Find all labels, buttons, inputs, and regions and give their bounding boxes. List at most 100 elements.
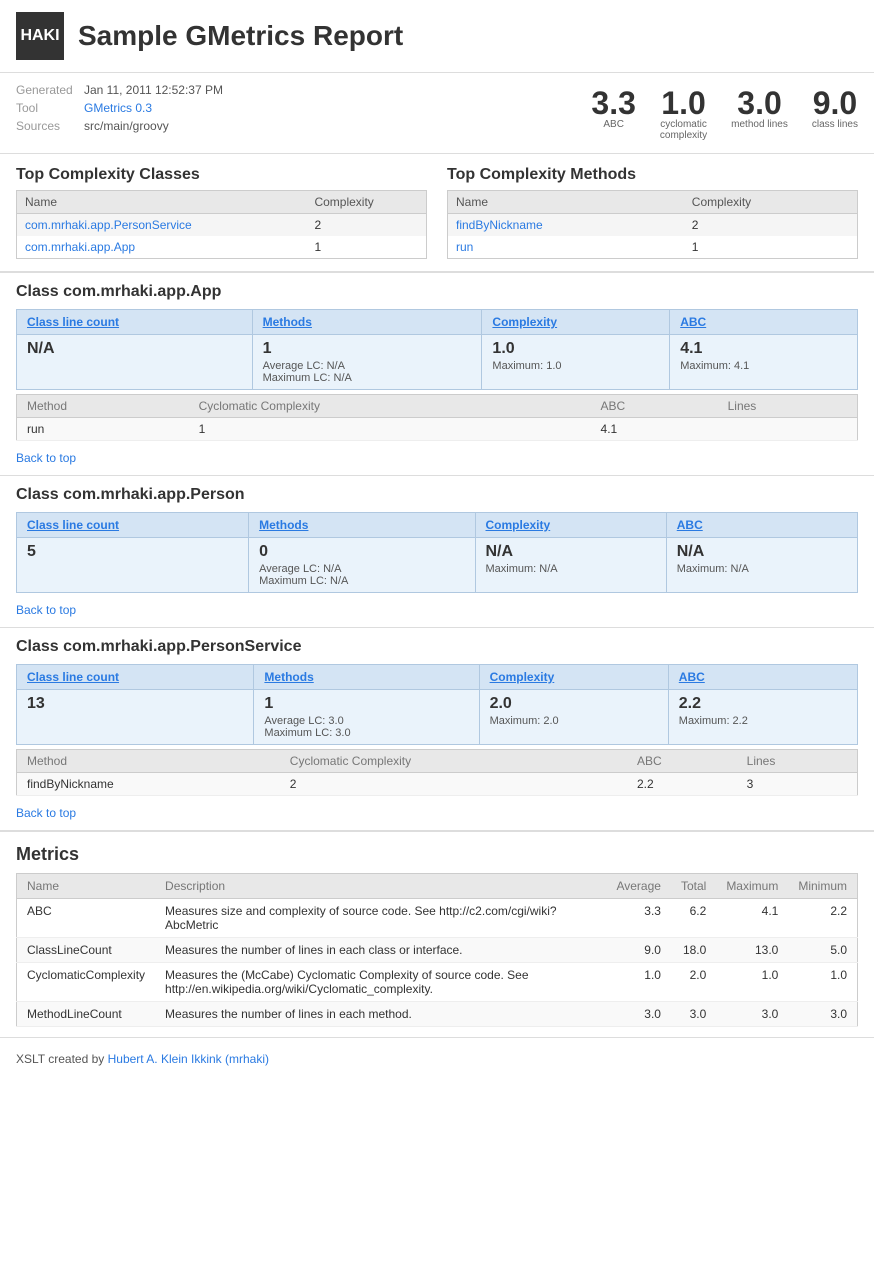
page-header: HA KI Sample GMetrics Report [0,0,874,73]
footer-prefix: XSLT created by [16,1052,108,1066]
method-link[interactable]: run [456,240,473,254]
stats-col-header[interactable]: ABC [668,665,857,690]
tool-row: Tool GMetrics 0.3 [16,101,591,115]
table-row: CyclomaticComplexity Measures the (McCab… [17,963,858,1002]
class-name-cell: com.mrhaki.app.PersonService [17,214,307,237]
metric-total: 3.0 [671,1002,716,1027]
summary-metric: 3.0method lines [731,87,788,130]
stats-col-cell: 1.0 Maximum: 1.0 [482,335,670,390]
metric-average: 1.0 [606,963,670,1002]
metric-total: 6.2 [671,899,716,938]
method-table-header: Method [17,750,280,773]
stats-col-cell: 0 Average LC: N/AMaximum LC: N/A [249,538,475,593]
top-classes-col-name: Name [17,191,307,214]
sub-text: Average LC: 3.0 [264,715,468,727]
metrics-col-header: Maximum [716,874,788,899]
logo: HA KI [16,12,64,60]
generated-row: Generated Jan 11, 2011 12:52:37 PM [16,83,591,97]
top-classes-col-complexity: Complexity [306,191,426,214]
stats-col-header[interactable]: ABC [670,310,858,335]
footer-link[interactable]: Hubert A. Klein Ikkink (mrhaki) [108,1052,269,1066]
stat-main-val: N/A [486,543,656,561]
stats-col-header[interactable]: Methods [249,513,475,538]
stat-main-val: 2.0 [490,695,658,713]
sources-row: Sources src/main/groovy [16,119,591,133]
metrics-col-header: Total [671,874,716,899]
meta-section: Generated Jan 11, 2011 12:52:37 PM Tool … [0,73,874,154]
stats-col-cell: 2.2 Maximum: 2.2 [668,690,857,745]
metric-minimum: 1.0 [788,963,857,1002]
top-methods-title: Top Complexity Methods [447,166,858,184]
metrics-table: NameDescriptionAverageTotalMaximumMinimu… [16,873,858,1027]
method-lines [718,418,858,441]
method-table: MethodCyclomatic ComplexityABCLines find… [16,749,858,796]
back-to-top-link[interactable]: Back to top [0,597,874,627]
stat-sub-info: Maximum: 4.1 [680,360,847,372]
method-table-header: Lines [737,750,858,773]
stat-main-val: 4.1 [680,340,847,358]
top-tables: Top Complexity Classes Name Complexity c… [0,154,874,272]
stats-col-header[interactable]: ABC [666,513,857,538]
stat-sub-info: Maximum: 2.2 [679,715,847,727]
stat-sub-info: Maximum: 2.0 [490,715,658,727]
back-to-top-link[interactable]: Back to top [0,445,874,475]
stat-sub-info: Maximum: N/A [677,563,847,575]
stats-col-cell: 1 Average LC: N/AMaximum LC: N/A [252,335,482,390]
method-name-cell: findByNickname [448,214,684,237]
stats-col-header[interactable]: Complexity [482,310,670,335]
metric-name: CyclomaticComplexity [17,963,156,1002]
table-row: com.mrhaki.app.App 1 [17,236,427,259]
stats-col-header[interactable]: Complexity [475,513,666,538]
stat-main-val: N/A [677,543,847,561]
table-row: com.mrhaki.app.PersonService2 [17,214,427,237]
table-row: run1 [448,236,858,259]
metric-total: 18.0 [671,938,716,963]
metric-maximum: 3.0 [716,1002,788,1027]
class-link[interactable]: com.mrhaki.app.App [25,240,135,254]
stat-main-val: 1 [263,340,472,358]
stats-col-header[interactable]: Methods [254,665,479,690]
method-link[interactable]: findByNickname [456,218,543,232]
stat-main-val: 2.2 [679,695,847,713]
stats-col-header[interactable]: Class line count [17,513,249,538]
method-table: MethodCyclomatic ComplexityABCLines run … [16,394,858,441]
metric-name: ABC [17,899,156,938]
stats-summary-table: Class line countMethodsComplexityABC 13 … [16,664,858,745]
top-methods-col-complexity: Complexity [684,191,858,214]
table-row: ClassLineCount Measures the number of li… [17,938,858,963]
method-table-header: ABC [627,750,737,773]
complexity-cell: 1 [306,236,426,259]
method-table-header: Lines [718,395,858,418]
sub-text: Maximum: N/A [486,563,656,575]
table-row: findByNickname2 [448,214,858,237]
class-title: Class com.mrhaki.app.Person [16,486,858,504]
back-to-top-link[interactable]: Back to top [0,800,874,830]
tool-link[interactable]: GMetrics 0.3 [84,101,152,115]
metric-description: Measures the (McCabe) Cyclomatic Complex… [155,963,606,1002]
sub-text: Maximum: 2.0 [490,715,658,727]
stats-col-header[interactable]: Complexity [479,665,668,690]
stat-main-val: 13 [27,695,243,713]
stats-col-header[interactable]: Class line count [17,310,253,335]
sources-value: src/main/groovy [84,119,169,133]
metric-maximum: 1.0 [716,963,788,1002]
method-name-cell: run [448,236,684,259]
stats-col-cell: N/A Maximum: N/A [475,538,666,593]
metric-maximum: 4.1 [716,899,788,938]
classes-container: Class com.mrhaki.app.App Class line coun… [0,273,874,831]
summary-metrics: 3.3ABC1.0cyclomatic complexity3.0method … [591,83,858,141]
meta-left: Generated Jan 11, 2011 12:52:37 PM Tool … [16,83,591,141]
metric-average: 9.0 [606,938,670,963]
stats-col-header[interactable]: Class line count [17,665,254,690]
metric-minimum: 5.0 [788,938,857,963]
stat-sub-info: Maximum: 1.0 [492,360,659,372]
sub-text: Maximum LC: 3.0 [264,727,468,739]
class-title: Class com.mrhaki.app.App [16,283,858,301]
class-link[interactable]: com.mrhaki.app.PersonService [25,218,192,232]
summary-metric: 3.3ABC [591,87,635,130]
top-methods-table: Name Complexity findByNickname2run1 [447,190,858,259]
stat-sub-info: Maximum: N/A [486,563,656,575]
stats-col-header[interactable]: Methods [252,310,482,335]
method-abc: 2.2 [627,773,737,796]
stats-col-cell: 5 [17,538,249,593]
